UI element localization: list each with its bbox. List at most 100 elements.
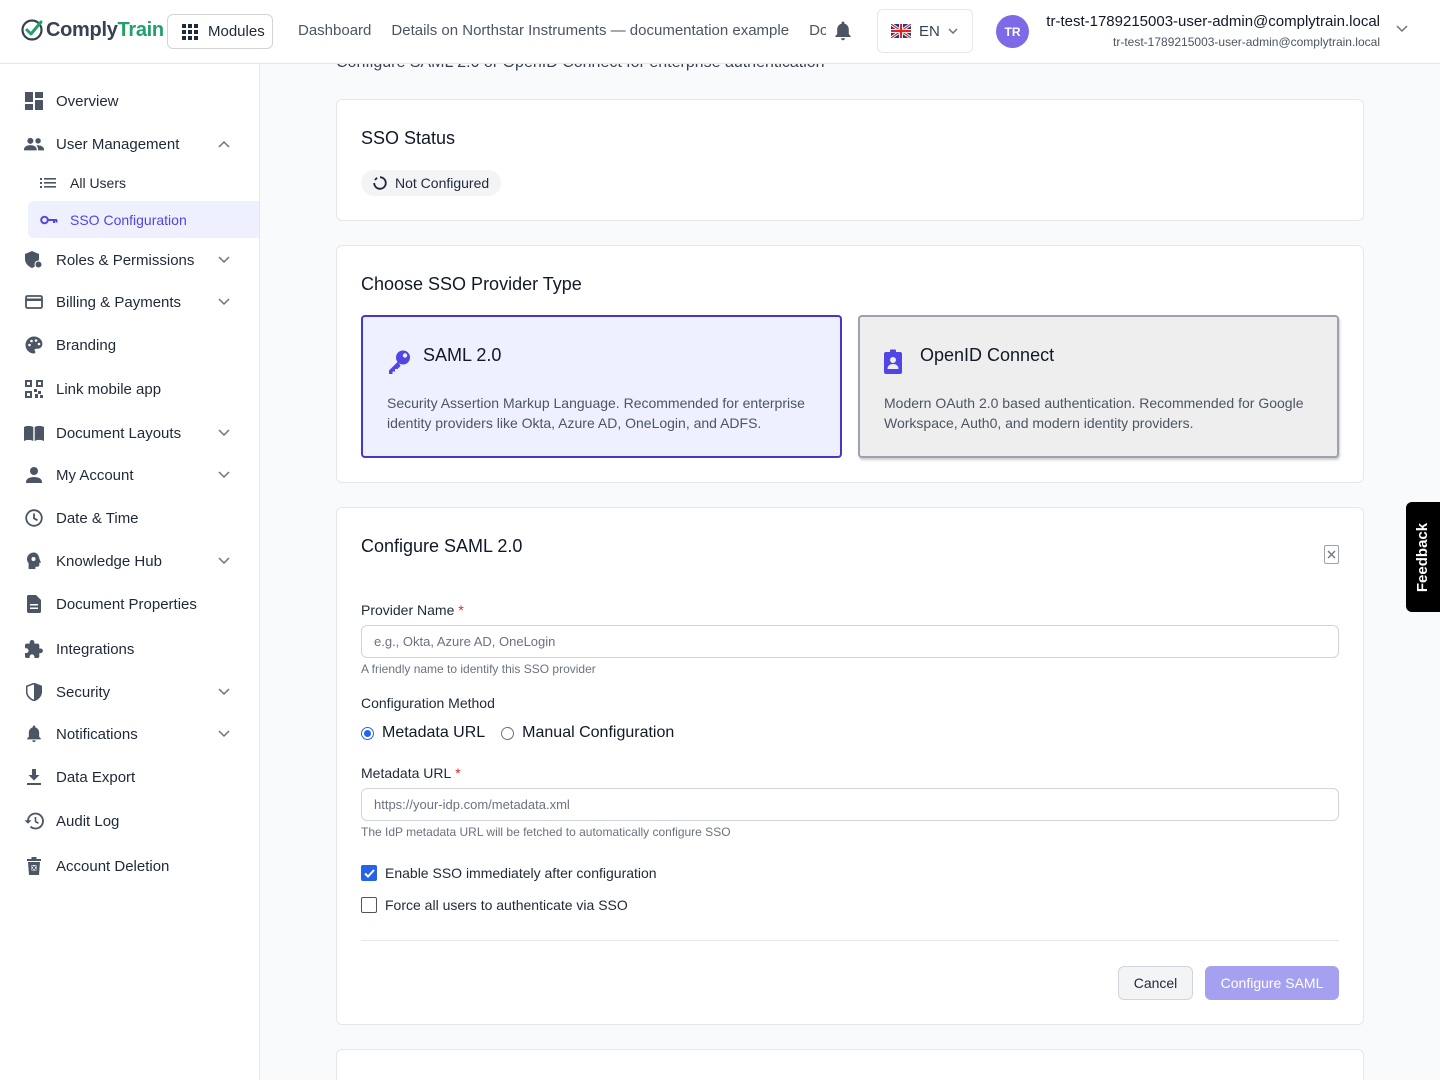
manual-configuration-radio-label[interactable]: Manual Configuration	[522, 724, 674, 742]
language-selector[interactable]: EN	[877, 9, 973, 53]
enable-sso-label[interactable]: Enable SSO immediately after configurati…	[385, 865, 657, 881]
sidebar-item-label: SSO Configuration	[70, 211, 187, 228]
chevron-down-icon	[218, 730, 230, 738]
user-menu-chevron-icon[interactable]	[1396, 25, 1408, 33]
sidebar: Overview User Management All Users SSO C…	[0, 64, 260, 1080]
sidebar-item-label: Overview	[56, 92, 119, 110]
logo-text-part1: Comply	[46, 18, 118, 41]
enable-sso-option[interactable]: Enable SSO immediately after configurati…	[361, 865, 657, 881]
sidebar-item-all-users[interactable]: All Users	[28, 164, 259, 201]
breadcrumb-details[interactable]: Details on Northstar Instruments — docum…	[391, 22, 789, 39]
chevron-down-icon	[218, 557, 230, 565]
metadata-url-radio[interactable]	[361, 726, 374, 740]
manual-configuration-radio[interactable]	[501, 726, 515, 740]
force-sso-option[interactable]: Force all users to authenticate via SSO	[361, 897, 628, 913]
logo-text-part2: Train	[117, 18, 165, 41]
top-header: ComplyTrain Modules Dashboard Details on…	[0, 0, 1440, 64]
sidebar-item-user-management[interactable]: User Management	[0, 124, 259, 164]
sidebar-item-roles-permissions[interactable]: Roles & Permissions	[0, 240, 259, 280]
qr-code-icon	[24, 379, 44, 399]
required-marker: *	[458, 602, 464, 618]
sidebar-item-account-deletion[interactable]: Account Deletion	[0, 846, 259, 886]
configure-saml-button[interactable]: Configure SAML	[1205, 966, 1339, 1000]
divider	[361, 940, 1339, 941]
bell-icon[interactable]	[834, 21, 852, 41]
sidebar-item-my-account[interactable]: My Account	[0, 455, 259, 495]
user-email: tr-test-1789215003-user-admin@complytrai…	[1113, 35, 1380, 49]
sidebar-item-branding[interactable]: Branding	[0, 325, 259, 365]
history-icon	[24, 811, 44, 831]
key-icon	[40, 215, 58, 225]
brain-icon	[24, 551, 44, 571]
user-name[interactable]: tr-test-1789215003-user-admin@complytrai…	[1046, 13, 1380, 30]
sso-status-card: SSO Status Not Configured	[336, 99, 1364, 221]
oidc-option-description: Modern OAuth 2.0 based authentication. R…	[884, 395, 1304, 431]
close-icon	[1327, 550, 1336, 559]
sidebar-item-data-export[interactable]: Data Export	[0, 757, 259, 797]
sidebar-item-link-mobile-app[interactable]: Link mobile app	[0, 369, 259, 409]
trash-icon	[24, 856, 44, 876]
close-button[interactable]	[1324, 545, 1339, 564]
status-badge: Not Configured	[361, 170, 502, 196]
bell-icon	[24, 724, 44, 744]
clock-icon	[24, 508, 44, 528]
sidebar-item-label: Document Properties	[56, 595, 197, 613]
feedback-label: Feedback	[1414, 522, 1432, 592]
saml-provider-option[interactable]: SAML 2.0 Security Assertion Markup Langu…	[361, 315, 842, 458]
sidebar-item-integrations[interactable]: Integrations	[0, 629, 259, 669]
required-marker: *	[455, 765, 461, 781]
users-icon	[24, 134, 44, 154]
sidebar-item-notifications[interactable]: Notifications	[0, 714, 259, 754]
sidebar-item-label: Billing & Payments	[56, 293, 182, 311]
breadcrumb-dashboard[interactable]: Dashboard	[298, 22, 371, 39]
sidebar-item-label: Link mobile app	[56, 380, 162, 398]
force-sso-label[interactable]: Force all users to authenticate via SSO	[385, 897, 628, 913]
sidebar-item-document-layouts[interactable]: Document Layouts	[0, 413, 259, 453]
key-icon	[389, 350, 410, 374]
sidebar-item-sso-configuration[interactable]: SSO Configuration	[28, 201, 259, 238]
sidebar-item-label: Date & Time	[56, 509, 139, 527]
sidebar-item-label: My Account	[56, 466, 134, 484]
chevron-down-icon	[218, 471, 230, 479]
book-icon	[24, 423, 44, 443]
modules-button[interactable]: Modules	[167, 14, 273, 49]
metadata-url-radio-label[interactable]: Metadata URL	[382, 724, 485, 742]
sidebar-item-document-properties[interactable]: Document Properties	[0, 584, 259, 624]
enable-sso-checkbox[interactable]	[361, 865, 377, 881]
dashboard-icon	[24, 91, 44, 111]
sidebar-item-label: Branding	[56, 336, 117, 354]
provider-name-input[interactable]	[361, 625, 1339, 658]
loading-circle-icon	[373, 176, 387, 190]
next-card	[336, 1049, 1364, 1080]
sidebar-item-date-time[interactable]: Date & Time	[0, 498, 259, 538]
avatar[interactable]: TR	[996, 15, 1029, 48]
provider-name-help: A friendly name to identify this SSO pro…	[361, 662, 596, 676]
credit-card-icon	[24, 292, 44, 312]
sidebar-item-label: Security	[56, 683, 111, 701]
sidebar-item-audit-log[interactable]: Audit Log	[0, 801, 259, 841]
sidebar-item-billing-payments[interactable]: Billing & Payments	[0, 282, 259, 322]
cancel-button[interactable]: Cancel	[1118, 966, 1193, 1000]
page-subtitle: Configure SAML 2.0 or OpenID Connect for…	[336, 64, 825, 72]
sidebar-item-label: Knowledge Hub	[56, 552, 162, 570]
sidebar-item-knowledge-hub[interactable]: Knowledge Hub	[0, 541, 259, 581]
list-icon	[40, 177, 56, 189]
provider-name-label-text: Provider Name	[361, 602, 455, 618]
chevron-down-icon	[218, 429, 230, 437]
breadcrumb-truncated[interactable]: Do	[809, 22, 826, 39]
uk-flag-icon	[891, 24, 911, 38]
oidc-provider-option[interactable]: OpenID Connect Modern OAuth 2.0 based au…	[858, 315, 1339, 458]
sidebar-item-overview[interactable]: Overview	[0, 81, 259, 121]
sso-status-title: SSO Status	[361, 128, 456, 148]
feedback-tab[interactable]: Feedback	[1406, 502, 1440, 612]
metadata-url-input[interactable]	[361, 788, 1339, 821]
provider-type-card: Choose SSO Provider Type SAML 2.0 Securi…	[336, 245, 1364, 483]
force-sso-checkbox[interactable]	[361, 897, 377, 913]
modules-label: Modules	[208, 23, 265, 40]
sidebar-item-security[interactable]: Security	[0, 672, 259, 712]
chevron-down-icon	[218, 256, 230, 264]
sidebar-item-label: User Management	[56, 135, 180, 153]
checkmark-icon	[363, 868, 375, 878]
logo[interactable]: ComplyTrain	[20, 18, 164, 42]
grid-icon	[182, 23, 198, 40]
